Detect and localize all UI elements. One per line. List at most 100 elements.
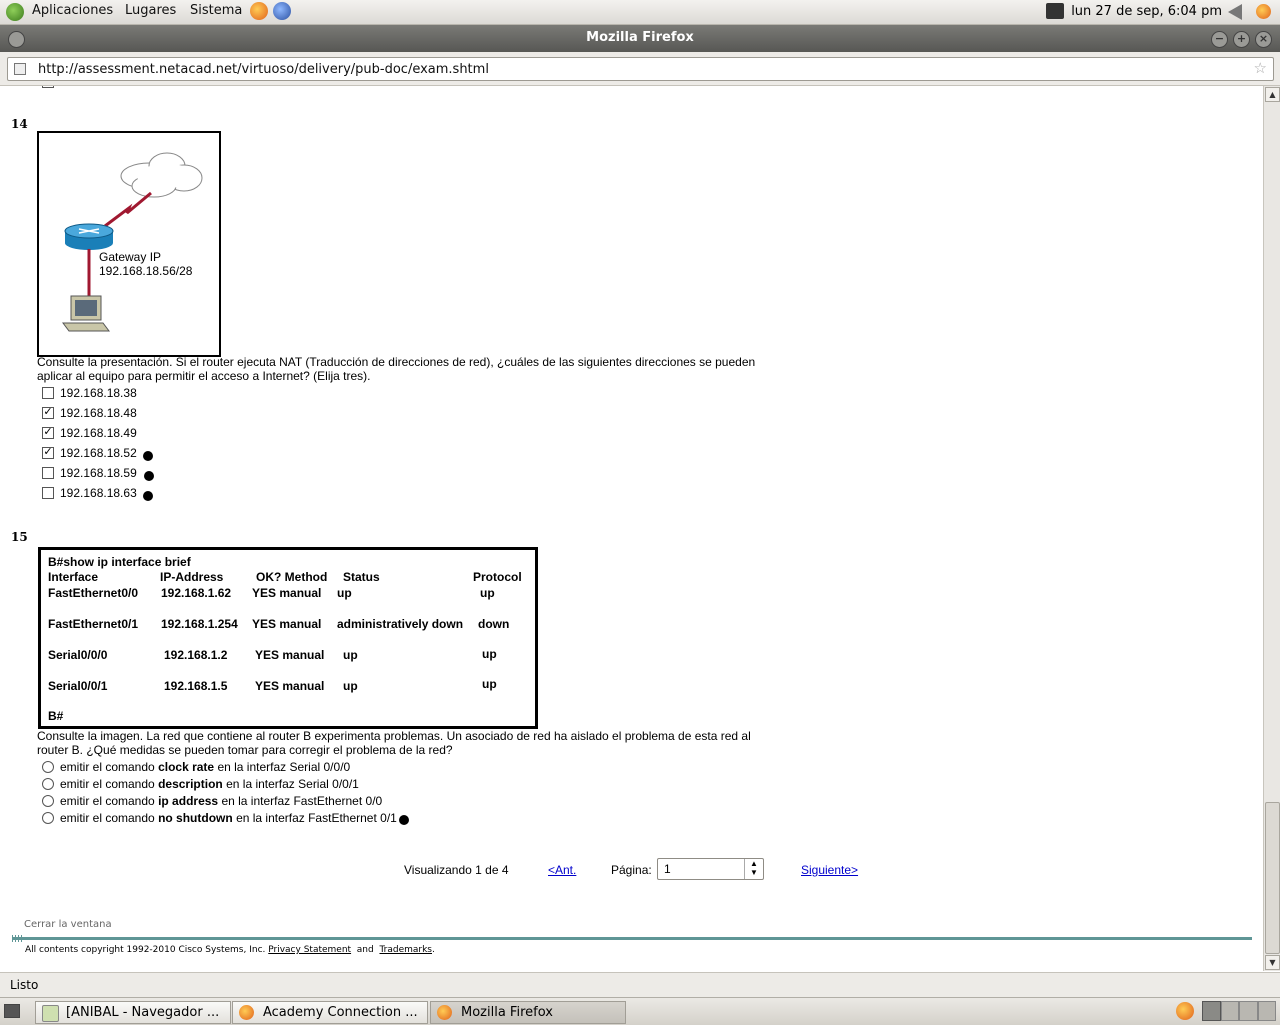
- option-row[interactable]: ✓ 192.168.18.49: [42, 424, 154, 442]
- radio-button[interactable]: [42, 794, 54, 807]
- page-content: 14 Gateway IP 192.168.18.56/28 Consulte …: [0, 86, 1262, 971]
- minimize-button[interactable]: −: [1211, 31, 1228, 48]
- cli-header: OK? Method: [256, 570, 328, 584]
- window-title: Mozilla Firefox: [586, 30, 694, 45]
- menu-sistema[interactable]: Sistema: [190, 3, 242, 18]
- firefox-tray-icon[interactable]: [1176, 1002, 1194, 1020]
- router-icon: [64, 223, 114, 250]
- clock[interactable]: lun 27 de sep, 6:04 pm: [1071, 4, 1222, 19]
- footer-copyright: All contents copyright 1992-2010 Cisco S…: [25, 945, 435, 955]
- cli-cell: administratively down: [337, 617, 464, 631]
- question-number: 15: [11, 530, 28, 544]
- cli-cell: up: [343, 679, 358, 693]
- select-arrows-icon: ▲ ▼: [744, 859, 763, 879]
- cli-cell: YES manual: [255, 648, 325, 662]
- checkbox[interactable]: [42, 487, 54, 499]
- thunderbird-launcher-icon[interactable]: [273, 2, 291, 20]
- option-row[interactable]: emitir el comando no shutdown en la inte…: [42, 809, 409, 826]
- prev-page-link[interactable]: <Ant.: [548, 863, 576, 877]
- window-titlebar[interactable]: Mozilla Firefox − + ×: [0, 25, 1280, 52]
- taskbar-item[interactable]: [ANIBAL - Navegador ...: [35, 1001, 231, 1024]
- option-row[interactable]: ✓ 192.168.18.48: [42, 404, 154, 422]
- option-row[interactable]: ✓ 192.168.18.52: [42, 444, 154, 462]
- option-row[interactable]: 192.168.18.38: [42, 384, 154, 402]
- firefox-icon: [437, 1005, 452, 1020]
- network-diagram: Gateway IP 192.168.18.56/28: [37, 131, 221, 357]
- pc-icon: [62, 295, 110, 332]
- option-row[interactable]: 192.168.18.59: [42, 464, 154, 482]
- firefox-tray-icon[interactable]: [1256, 4, 1271, 19]
- next-page-link[interactable]: Siguiente>: [801, 863, 858, 877]
- privacy-statement-link[interactable]: Privacy Statement: [268, 945, 351, 955]
- cloud-icon: [120, 152, 203, 198]
- cli-cell: up: [480, 586, 495, 600]
- cli-cell: Serial0/0/1: [48, 679, 108, 693]
- cli-cell: up: [337, 586, 352, 600]
- page-label: Página:: [611, 863, 652, 877]
- maximize-button[interactable]: +: [1233, 31, 1250, 48]
- option-row[interactable]: emitir el comando clock rate en la inter…: [42, 758, 409, 775]
- navigation-toolbar: ☆: [0, 52, 1280, 86]
- cli-cell: 192.168.1.2: [164, 648, 228, 662]
- footer-rule: [12, 937, 1252, 940]
- option-row[interactable]: emitir el comando description en la inte…: [42, 775, 409, 792]
- cli-header: IP-Address: [160, 570, 224, 584]
- status-bar: Listo: [0, 972, 1280, 997]
- answer-marker-icon: [142, 451, 153, 461]
- checkbox-checked[interactable]: ✓: [42, 407, 54, 419]
- scroll-down-icon[interactable]: ▼: [1265, 955, 1280, 970]
- checkbox[interactable]: [42, 387, 54, 399]
- scroll-up-icon[interactable]: ▲: [1265, 87, 1280, 102]
- cli-command: B#show ip interface brief: [48, 555, 191, 569]
- cli-header: Interface: [48, 570, 99, 584]
- question-text: Consulte la imagen. La red que contiene …: [37, 729, 751, 757]
- printer-icon[interactable]: [1046, 3, 1064, 19]
- cli-output: B#show ip interface brief Interface IP-A…: [38, 547, 538, 729]
- bookmark-star-icon[interactable]: ☆: [1254, 59, 1267, 77]
- cli-header: Protocol: [473, 570, 522, 584]
- menu-aplicaciones[interactable]: Aplicaciones: [32, 3, 113, 18]
- cli-cell: FastEthernet0/1: [48, 617, 139, 631]
- checkbox-checked[interactable]: ✓: [42, 447, 54, 459]
- scroll-thumb[interactable]: [1265, 802, 1280, 954]
- taskbar-item[interactable]: Academy Connection ...: [232, 1001, 428, 1024]
- gnome-foot-icon[interactable]: [6, 3, 24, 21]
- option-row[interactable]: emitir el comando ip address en la inter…: [42, 792, 409, 809]
- answer-marker-icon: [398, 815, 409, 825]
- site-favicon-icon: [14, 63, 26, 75]
- volume-icon[interactable]: [1228, 4, 1242, 20]
- radio-button[interactable]: [42, 811, 54, 824]
- close-window-link[interactable]: Cerrar la ventana: [24, 919, 112, 930]
- firefox-launcher-icon[interactable]: [250, 2, 268, 20]
- diagram-graphic: [62, 152, 203, 332]
- page-select[interactable]: 1 ▲ ▼: [657, 858, 764, 880]
- cli-cell: down: [478, 617, 510, 631]
- cli-cell: FastEthernet0/0: [48, 586, 139, 600]
- trademarks-link[interactable]: Trademarks: [379, 945, 432, 955]
- show-desktop-icon[interactable]: [4, 1004, 20, 1018]
- serial-link: [104, 191, 152, 228]
- q15-options: emitir el comando clock rate en la inter…: [42, 758, 409, 826]
- taskbar-item-active[interactable]: Mozilla Firefox: [430, 1001, 626, 1024]
- close-button[interactable]: ×: [1255, 31, 1272, 48]
- menu-lugares[interactable]: Lugares: [125, 3, 176, 18]
- radio-button[interactable]: [42, 760, 54, 773]
- cli-cell: up: [482, 677, 497, 691]
- answer-marker-icon: [142, 491, 153, 501]
- checkbox-checked[interactable]: ✓: [42, 427, 54, 439]
- vertical-scrollbar[interactable]: ▲ ▼: [1263, 86, 1280, 971]
- checkbox[interactable]: [42, 467, 54, 479]
- workspace-switcher[interactable]: [1202, 1001, 1276, 1021]
- cli-cell: 192.168.1.62: [161, 586, 232, 600]
- radio-button[interactable]: [42, 777, 54, 790]
- question-number: 14: [11, 117, 28, 131]
- gateway-label: Gateway IP: [99, 250, 162, 264]
- q14-options: 192.168.18.38 ✓ 192.168.18.48 ✓ 192.168.18…: [42, 384, 154, 502]
- option-row[interactable]: 192.168.18.63: [42, 484, 154, 502]
- cli-cell: Serial0/0/0: [48, 648, 108, 662]
- answer-marker-icon: [143, 471, 154, 481]
- cli-cell: 192.168.1.5: [164, 679, 228, 693]
- url-input[interactable]: [36, 59, 1240, 79]
- url-bar[interactable]: ☆: [7, 57, 1274, 81]
- cli-cell: up: [482, 647, 497, 661]
